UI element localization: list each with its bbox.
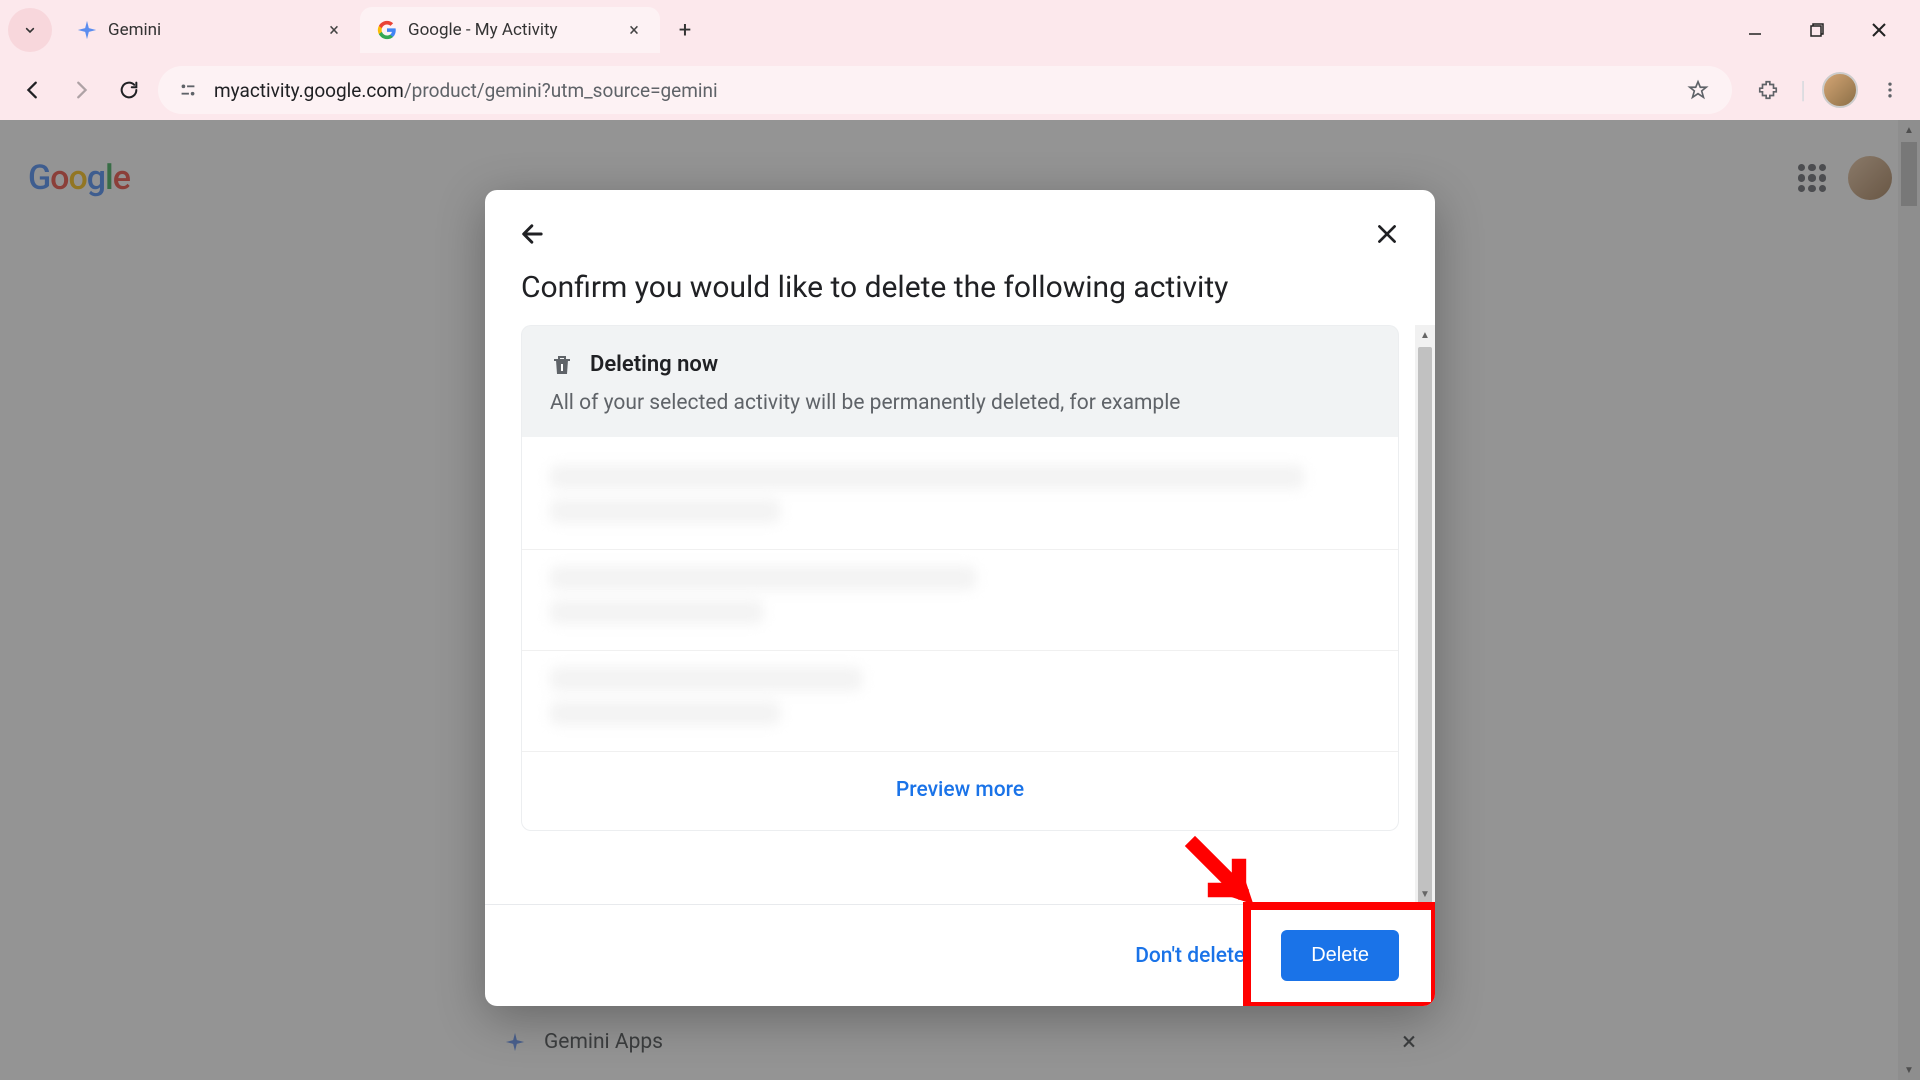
site-settings-icon[interactable] [176,78,200,102]
chrome-menu-icon[interactable] [1874,74,1906,106]
reload-button[interactable] [110,71,148,109]
preview-more-link[interactable]: Preview more [522,752,1398,830]
forward-button[interactable] [62,71,100,109]
chevron-down-icon [22,22,38,38]
toolbar-right: | [1742,72,1906,108]
gemini-icon [76,19,98,41]
activity-item-redacted [522,651,1398,752]
url-text: myactivity.google.com/product/gemini?utm… [214,79,718,102]
profile-avatar[interactable] [1822,72,1858,108]
dialog-back-button[interactable] [513,214,553,254]
activity-item-redacted [522,449,1398,550]
maximize-button[interactable] [1800,13,1834,47]
dialog-scrollbar[interactable]: ▲ ▼ [1415,325,1435,904]
dont-delete-button[interactable]: Don't delete [1125,932,1255,980]
arrow-left-icon [519,220,547,248]
tab-close-button[interactable]: × [324,20,344,40]
tab-title: Google - My Activity [408,20,614,40]
dialog-body: Deleting now All of your selected activi… [485,325,1435,904]
activity-preview-list: Preview more [521,437,1399,831]
bookmark-star-icon[interactable] [1682,74,1714,106]
tab-close-button[interactable]: × [624,20,644,40]
dialog-close-button[interactable] [1367,214,1407,254]
window-controls [1738,13,1912,47]
scrollbar-thumb[interactable] [1418,347,1432,904]
info-card-description: All of your selected activity will be pe… [550,391,1370,415]
activity-item-redacted [522,550,1398,651]
delete-button[interactable]: Delete [1281,930,1399,981]
close-window-button[interactable] [1862,13,1896,47]
back-button[interactable] [14,71,52,109]
address-bar[interactable]: myactivity.google.com/product/gemini?utm… [158,66,1732,114]
dialog-footer: Don't delete Delete [485,904,1435,1006]
tab-strip: Gemini × Google - My Activity × + [0,0,1920,60]
google-g-icon [376,19,398,41]
new-tab-button[interactable]: + [666,11,704,49]
trash-icon [550,353,574,377]
info-card-title: Deleting now [590,352,718,377]
extensions-icon[interactable] [1752,74,1784,106]
confirm-delete-dialog: Confirm you would like to delete the fol… [485,190,1435,1006]
tab-title: Gemini [108,20,314,40]
deleting-now-card: Deleting now All of your selected activi… [521,325,1399,437]
address-bar-row: myactivity.google.com/product/gemini?utm… [0,60,1920,120]
tabs-dropdown-button[interactable] [8,8,52,52]
dialog-title: Confirm you would like to delete the fol… [485,262,1435,325]
minimize-button[interactable] [1738,13,1772,47]
viewport: Google Gemini Apps × ▲▼ [0,120,1920,1080]
browser-window: Gemini × Google - My Activity × + myacti… [0,0,1920,1080]
tab-my-activity[interactable]: Google - My Activity × [360,7,660,53]
tab-gemini[interactable]: Gemini × [60,7,360,53]
close-icon [1374,221,1400,247]
